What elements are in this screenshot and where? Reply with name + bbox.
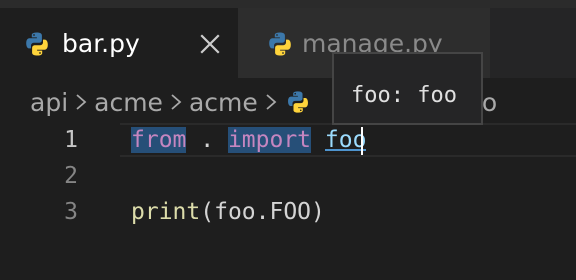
- editor-window: bar.py manage.py api acme acme 1 from . …: [0, 0, 576, 280]
- function-token: print: [131, 199, 201, 225]
- breadcrumb-item[interactable]: api: [30, 88, 68, 117]
- python-icon: [269, 32, 291, 56]
- tab-bar-py[interactable]: bar.py: [0, 8, 238, 78]
- breadcrumb-item[interactable]: acme: [189, 88, 258, 117]
- line-number: 3: [64, 199, 78, 225]
- plain-token: (foo.FOO): [200, 199, 325, 225]
- breadcrumb-item[interactable]: acme: [94, 88, 163, 117]
- hover-tooltip: foo: foo: [332, 52, 483, 125]
- hover-tooltip-text: foo: foo: [351, 83, 457, 108]
- tab-bar: bar.py manage.py: [0, 0, 576, 78]
- tab-label: bar.py: [62, 29, 140, 58]
- line-number: 2: [64, 163, 78, 189]
- python-icon: [287, 91, 308, 113]
- tab-bar-empty-area[interactable]: [490, 8, 576, 78]
- keyword-token: import: [227, 127, 312, 153]
- python-icon: [26, 32, 48, 56]
- code-line[interactable]: 3 print(foo.FOO): [0, 194, 576, 230]
- keyword-token: from: [131, 127, 187, 153]
- plain-token: .: [186, 127, 228, 153]
- chevron-right-icon: [266, 94, 277, 110]
- chevron-right-icon: [171, 94, 182, 110]
- line-code[interactable]: print(foo.FOO): [131, 194, 325, 230]
- line-code[interactable]: from . import foo: [131, 122, 366, 158]
- code-line[interactable]: 2: [0, 158, 576, 194]
- close-icon[interactable]: [198, 32, 222, 56]
- text-cursor: [361, 127, 363, 155]
- code-editor[interactable]: 1 from . import foo 2 3 print(foo.FOO): [0, 122, 576, 280]
- code-line[interactable]: 1 from . import foo: [0, 122, 576, 158]
- chevron-right-icon: [76, 94, 87, 110]
- line-number: 1: [64, 127, 78, 153]
